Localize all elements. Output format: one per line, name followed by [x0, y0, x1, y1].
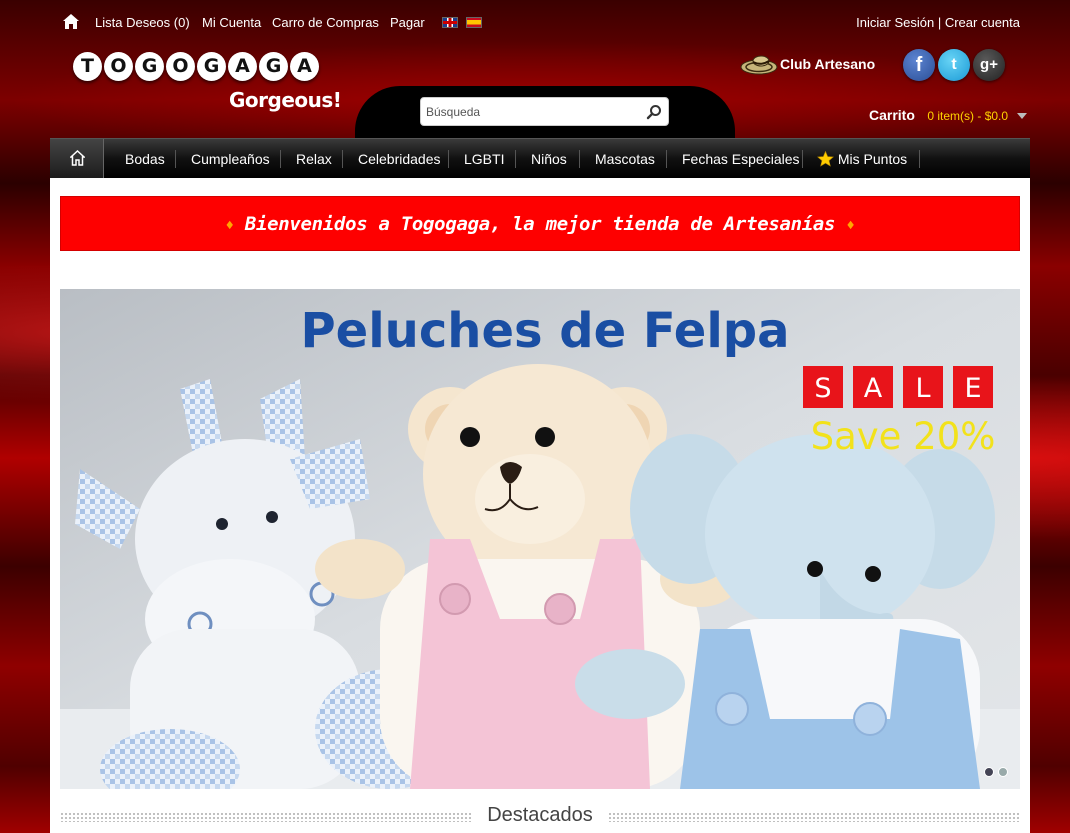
spanish-flag-icon[interactable] — [466, 17, 482, 28]
search-input[interactable] — [421, 98, 636, 125]
english-flag-icon[interactable] — [442, 17, 458, 28]
diamond-icon: ♦ — [225, 218, 234, 234]
my-account-link[interactable]: Mi Cuenta — [202, 15, 261, 30]
slide-title: Peluches de Felpa — [300, 303, 789, 359]
sale-letter: L — [915, 373, 930, 404]
star-icon — [817, 150, 834, 167]
nav-divider — [342, 150, 343, 168]
nav-divider — [448, 150, 449, 168]
nav-divider — [579, 150, 580, 168]
chevron-down-icon — [1016, 112, 1027, 119]
nav-home-button[interactable] — [50, 139, 104, 178]
checkout-link[interactable]: Pagar — [390, 15, 425, 30]
logo-tagline: Gorgeous! — [229, 88, 342, 112]
mis-puntos-label: Mis Puntos — [837, 151, 908, 167]
nav-divider — [175, 150, 176, 168]
sombrero-icon — [740, 55, 778, 75]
featured-title: Destacados — [60, 804, 1020, 827]
slide-image: Peluches de Felpa S A L E Save 20% — [60, 289, 1020, 789]
auth-separator: | — [937, 15, 942, 30]
logo-letter: G — [259, 52, 288, 81]
facebook-icon[interactable]: f — [903, 49, 935, 81]
nav-divider — [666, 150, 667, 168]
logo-letter: O — [166, 52, 195, 81]
logo-letter: O — [104, 52, 133, 81]
nav-item-ninos[interactable]: Niños — [531, 151, 567, 167]
nav-item-cumpleanos[interactable]: Cumpleaños — [191, 151, 270, 167]
cart-widget[interactable]: Carrito 0 item(s) - $0.0 — [869, 107, 1027, 125]
nav-divider — [919, 150, 920, 168]
nav-divider — [802, 150, 803, 168]
diamond-icon: ♦ — [846, 218, 855, 234]
search-icon[interactable] — [646, 104, 662, 120]
club-artesano-label: Club Artesano — [780, 56, 876, 72]
logo-letter: A — [290, 52, 319, 81]
club-artesano-link[interactable]: Club Artesano — [740, 52, 875, 76]
nav-item-mis-puntos[interactable]: Mis Puntos — [817, 150, 908, 167]
slider-dots — [984, 767, 1008, 777]
home-icon — [70, 150, 85, 166]
sale-letter: A — [864, 373, 883, 404]
home-icon[interactable] — [62, 13, 80, 30]
sale-letter: E — [964, 373, 981, 404]
login-link[interactable]: Iniciar Sesión — [856, 15, 934, 30]
nav-item-relax[interactable]: Relax — [296, 151, 332, 167]
cart-summary: 0 item(s) - $0.0 — [927, 109, 1009, 123]
top-bar: Lista Deseos (0) Mi Cuenta Carro de Comp… — [50, 0, 1030, 44]
wishlist-link[interactable]: Lista Deseos (0) — [95, 15, 190, 30]
slider-dot[interactable] — [984, 767, 994, 777]
save-text: Save 20% — [811, 415, 996, 458]
main-nav: Bodas Cumpleaños Relax Celebridades LGBT… — [50, 138, 1030, 178]
nav-item-celebridades[interactable]: Celebridades — [358, 151, 441, 167]
slider-dot[interactable] — [998, 767, 1008, 777]
main-content: ♦ Bienvenidos a Togogaga, la mejor tiend… — [50, 178, 1030, 833]
featured-title-text: Destacados — [473, 804, 607, 826]
featured-section-header: Destacados — [60, 804, 1020, 832]
nav-item-lgbti[interactable]: LGBTI — [464, 151, 504, 167]
sale-letter: S — [814, 373, 831, 404]
nav-divider — [515, 150, 516, 168]
welcome-text: Bienvenidos a Togogaga, la mejor tienda … — [244, 213, 836, 235]
logo-letter: G — [135, 52, 164, 81]
search-box — [420, 97, 669, 126]
nav-item-fechas-especiales[interactable]: Fechas Especiales — [682, 151, 800, 167]
logo-letter: T — [73, 52, 102, 81]
logo-letter: G — [197, 52, 226, 81]
nav-divider — [280, 150, 281, 168]
nav-item-mascotas[interactable]: Mascotas — [595, 151, 655, 167]
google-plus-icon[interactable]: g+ — [973, 49, 1005, 81]
site-logo[interactable]: T O G O G A G A Gorgeous! — [73, 52, 342, 116]
cart-label: Carrito — [869, 107, 915, 123]
welcome-banner: ♦ Bienvenidos a Togogaga, la mejor tiend… — [60, 196, 1020, 251]
hero-slider[interactable]: Peluches de Felpa S A L E Save 20% — [60, 289, 1020, 789]
logo-letters: T O G O G A G A — [73, 52, 333, 81]
logo-letter: A — [228, 52, 257, 81]
nav-item-bodas[interactable]: Bodas — [125, 151, 165, 167]
twitter-icon[interactable]: t — [938, 49, 970, 81]
auth-links: Iniciar Sesión | Crear cuenta — [856, 15, 1020, 30]
register-link[interactable]: Crear cuenta — [945, 15, 1020, 30]
shopping-cart-link[interactable]: Carro de Compras — [272, 15, 379, 30]
